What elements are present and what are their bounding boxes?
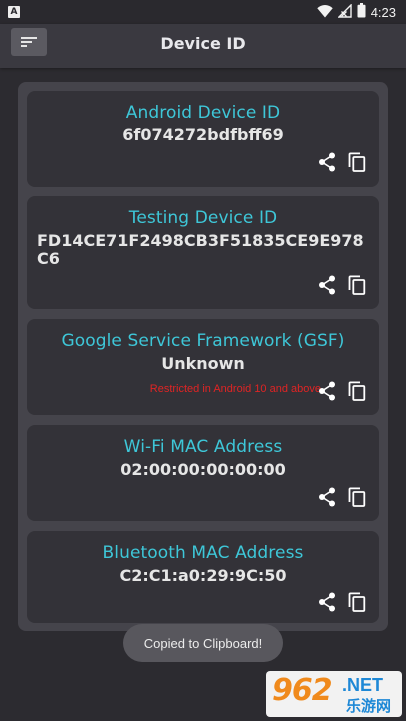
card-value[interactable]: 02:00:00:00:00:00 (37, 461, 369, 479)
battery-icon (357, 2, 366, 22)
card-value[interactable]: FD14CE71F2498CB3F51835CE9E978C6 (37, 232, 369, 268)
card-android-device-id: Android Device ID 6f074272bdfbff69 (27, 91, 379, 187)
card-actions (317, 591, 367, 613)
page-title: Device ID (160, 34, 246, 53)
card-value[interactable]: 6f074272bdfbff69 (37, 126, 369, 144)
card-label: Bluetooth MAC Address (102, 543, 304, 563)
status-time: 4:23 (370, 4, 396, 20)
card-bluetooth-mac-address: Bluetooth MAC Address C2:C1:a0:29:9C:50 (27, 531, 379, 623)
card-actions (317, 380, 367, 402)
card-actions (317, 486, 367, 508)
share-icon[interactable] (317, 486, 337, 508)
app-bar: Device ID (0, 24, 406, 68)
copy-icon[interactable] (347, 380, 367, 402)
card-wifi-mac-address: Wi-Fi MAC Address 02:00:00:00:00:00 (27, 425, 379, 521)
share-icon[interactable] (317, 274, 337, 296)
card-label: Wi-Fi MAC Address (123, 437, 283, 457)
card-label: Android Device ID (125, 103, 281, 123)
copy-icon[interactable] (347, 274, 367, 296)
card-label: Google Service Framework (GSF) (61, 331, 345, 351)
copy-icon[interactable] (347, 591, 367, 613)
watermark-logo: 962 .NET 乐游网 (266, 671, 402, 717)
watermark-number: 962 (272, 673, 333, 708)
watermark-suffix: .NET (342, 675, 384, 695)
card-actions (317, 274, 367, 296)
card-actions (317, 151, 367, 173)
card-label: Testing Device ID (128, 208, 278, 228)
status-bar: A 4:23 (0, 0, 406, 24)
wifi-icon (316, 3, 333, 22)
watermark-subtitle: 乐游网 (346, 697, 392, 715)
clipboard-toast: Copied to Clipboard! (123, 624, 283, 662)
copy-icon[interactable] (347, 486, 367, 508)
share-icon[interactable] (317, 591, 337, 613)
card-value[interactable]: C2:C1:a0:29:9C:50 (37, 567, 369, 585)
card-testing-device-id: Testing Device ID FD14CE71F2498CB3F51835… (27, 196, 379, 309)
share-icon[interactable] (317, 151, 337, 173)
copy-icon[interactable] (347, 151, 367, 173)
id-list-panel: Android Device ID 6f074272bdfbff69 Testi… (18, 82, 388, 631)
signal-icon (336, 2, 352, 22)
card-value[interactable]: Unknown (37, 355, 369, 373)
notification-icon: A (8, 6, 20, 18)
share-icon[interactable] (317, 380, 337, 402)
card-gsf-id: Google Service Framework (GSF) Unknown R… (27, 319, 379, 415)
restriction-note: Restricted in Android 10 and above (149, 383, 321, 395)
